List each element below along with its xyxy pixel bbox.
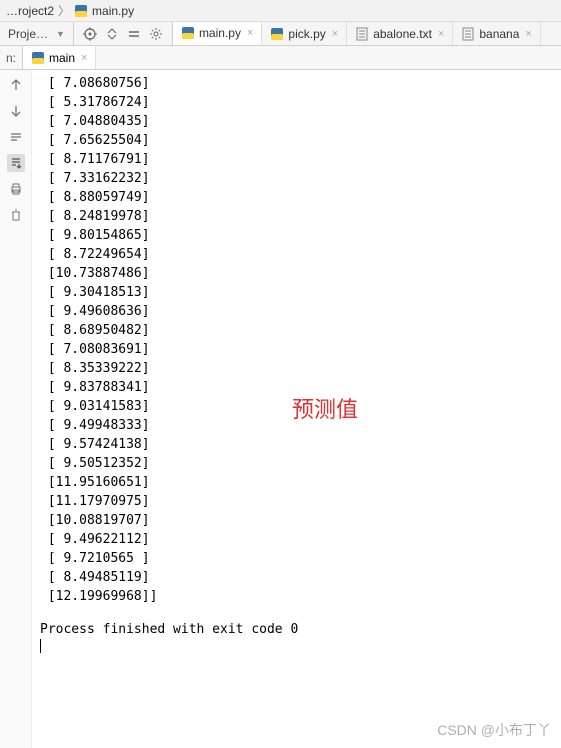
- file-tabs: main.py × pick.py × abalone.txt × banana ×: [173, 22, 561, 45]
- console-output[interactable]: [ 7.08680756] [ 5.31786724] [ 7.04880435…: [32, 70, 561, 748]
- console-line: [ 8.72249654]: [40, 245, 553, 264]
- file-tab[interactable]: abalone.txt ×: [347, 22, 453, 45]
- python-file-icon: [74, 4, 88, 18]
- scroll-to-end-icon[interactable]: [7, 154, 25, 172]
- file-tab-label: main.py: [199, 26, 241, 40]
- python-file-icon: [270, 27, 284, 41]
- python-file-icon: [181, 26, 195, 40]
- settings-icon[interactable]: [148, 26, 164, 42]
- console-line: [11.17970975]: [40, 492, 553, 511]
- console-line: [ 9.49622112]: [40, 530, 553, 549]
- up-arrow-icon[interactable]: [7, 76, 25, 94]
- target-icon[interactable]: [82, 26, 98, 42]
- close-icon[interactable]: ×: [332, 28, 338, 40]
- text-file-icon: [355, 27, 369, 41]
- console-line: [ 9.49608636]: [40, 302, 553, 321]
- file-tab-label: abalone.txt: [373, 27, 432, 41]
- console-line: [ 8.49485119]: [40, 568, 553, 587]
- console-line: [ 9.30418513]: [40, 283, 553, 302]
- console-line: [ 8.68950482]: [40, 321, 553, 340]
- file-tab[interactable]: banana ×: [453, 22, 540, 45]
- run-tab-label: main: [49, 51, 75, 65]
- console-line: [12.19969968]]: [40, 587, 553, 606]
- console-line: [ 7.08680756]: [40, 74, 553, 93]
- console-line: [ 7.33162232]: [40, 169, 553, 188]
- run-tab[interactable]: main ×: [23, 46, 96, 69]
- collapse-icon[interactable]: [126, 26, 142, 42]
- run-bar: n: main ×: [0, 46, 561, 70]
- run-label: n:: [0, 46, 23, 69]
- down-arrow-icon[interactable]: [7, 102, 25, 120]
- console-gutter: [0, 70, 32, 748]
- console-line: [ 9.83788341]: [40, 378, 553, 397]
- expand-icon[interactable]: [104, 26, 120, 42]
- console-line: [ 8.24819978]: [40, 207, 553, 226]
- file-tab-label: banana: [479, 27, 519, 41]
- trash-icon[interactable]: [7, 206, 25, 224]
- breadcrumb: …roject2 〉 main.py: [0, 0, 561, 22]
- annotation-label: 预测值: [292, 400, 358, 419]
- console-line: [ 8.88059749]: [40, 188, 553, 207]
- console-line: [10.08819707]: [40, 511, 553, 530]
- print-icon[interactable]: [7, 180, 25, 198]
- project-label-text: Proje…: [4, 27, 52, 41]
- console-line: [ 5.31786724]: [40, 93, 553, 112]
- console-line: [ 7.04880435]: [40, 112, 553, 131]
- file-tab-label: pick.py: [288, 27, 325, 41]
- cursor: [40, 639, 553, 658]
- toolbar-icons: [74, 22, 173, 45]
- console-line: [ 8.71176791]: [40, 150, 553, 169]
- console-line: [ 7.65625504]: [40, 131, 553, 150]
- text-file-icon: [461, 27, 475, 41]
- close-icon[interactable]: ×: [247, 27, 253, 39]
- console-line: [ 9.57424138]: [40, 435, 553, 454]
- close-icon[interactable]: ×: [438, 28, 444, 40]
- console-line: [ 9.7210565 ]: [40, 549, 553, 568]
- exit-message: Process finished with exit code 0: [40, 620, 553, 639]
- console-line: [ 9.50512352]: [40, 454, 553, 473]
- console-line: [ 7.08083691]: [40, 340, 553, 359]
- breadcrumb-item[interactable]: main.py: [92, 4, 134, 18]
- close-icon[interactable]: ×: [525, 28, 531, 40]
- dropdown-icon: ▼: [52, 29, 69, 39]
- console-line: [ 8.35339222]: [40, 359, 553, 378]
- file-tab[interactable]: pick.py ×: [262, 22, 347, 45]
- console-line: [10.73887486]: [40, 264, 553, 283]
- console-line: [ 9.80154865]: [40, 226, 553, 245]
- console-line: [11.95160651]: [40, 473, 553, 492]
- breadcrumb-item[interactable]: …roject2: [6, 4, 54, 18]
- breadcrumb-separator: 〉: [58, 2, 70, 19]
- python-file-icon: [31, 51, 45, 65]
- file-tab[interactable]: main.py ×: [173, 22, 262, 45]
- toolbar: Proje… ▼ main.py×pick.py×abalone.txt×ban…: [0, 22, 561, 46]
- close-icon[interactable]: ×: [81, 52, 87, 64]
- watermark: CSDN @小布丁丫: [437, 720, 551, 740]
- soft-wrap-icon[interactable]: [7, 128, 25, 146]
- project-panel-label[interactable]: Proje… ▼: [0, 22, 74, 45]
- main-area: [ 7.08680756] [ 5.31786724] [ 7.04880435…: [0, 70, 561, 748]
